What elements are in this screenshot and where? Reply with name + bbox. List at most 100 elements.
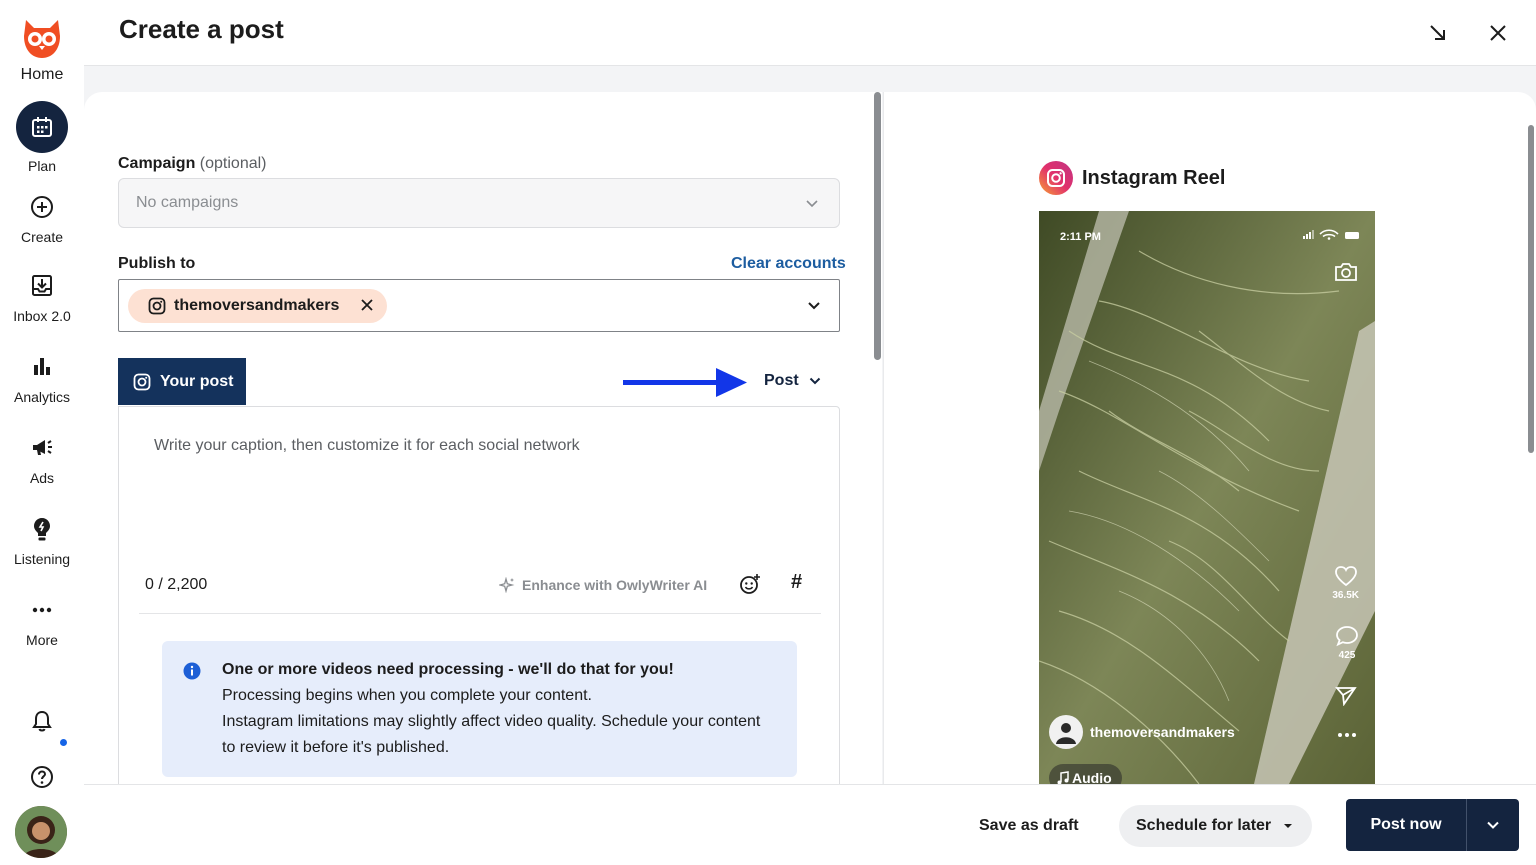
caret-down-icon xyxy=(1284,824,1293,828)
help-button[interactable] xyxy=(0,763,84,791)
like-count: 36.5K xyxy=(1332,590,1359,601)
schedule-label: Schedule for later xyxy=(1136,817,1272,834)
chevron-down-icon xyxy=(809,377,820,385)
post-now-button[interactable]: Post now xyxy=(1346,799,1466,851)
caption-editor[interactable]: Write your caption, then customize it fo… xyxy=(118,406,840,784)
owl-logo-icon xyxy=(24,20,60,58)
preview-panel: Instagram Reel 2:11 PM 36.5K 425 themove… xyxy=(883,92,1536,784)
more-dots-icon xyxy=(1338,733,1356,737)
heart-icon xyxy=(1334,566,1357,587)
sidebar-item-plan[interactable]: Plan xyxy=(0,101,84,174)
minimize-arrow-icon xyxy=(1430,25,1445,40)
sidebar-item-listening[interactable]: Listening xyxy=(0,515,84,567)
plus-circle-icon xyxy=(31,196,53,218)
campaign-select[interactable]: No campaigns xyxy=(118,178,840,228)
notifications-button[interactable] xyxy=(0,708,84,736)
comment-button: 425 xyxy=(1335,625,1359,661)
sidebar-item-label: Analytics xyxy=(13,389,71,405)
comment-count: 425 xyxy=(1338,650,1356,661)
composer-panel: Campaign (optional) No campaigns Publish… xyxy=(84,92,882,784)
help-icon xyxy=(31,766,53,788)
clear-accounts-link[interactable]: Clear accounts xyxy=(731,255,846,273)
sidebar-item-more[interactable]: More xyxy=(0,596,84,648)
instagram-logo-icon xyxy=(1039,161,1073,195)
sidebar: Home Plan Create Inbox 2.0 Analytics Ads… xyxy=(0,0,84,865)
tab-your-post[interactable]: Your post xyxy=(118,358,246,405)
active-indicator xyxy=(16,101,68,153)
lightbulb-icon xyxy=(34,518,50,541)
enhance-label: Enhance with OwlyWriter AI xyxy=(522,577,708,593)
status-time: 2:11 PM xyxy=(1060,231,1101,243)
minimize-button[interactable] xyxy=(1423,18,1453,48)
chevron-down-icon xyxy=(806,200,818,208)
bar-chart-icon xyxy=(34,358,50,375)
sidebar-item-label: More xyxy=(26,632,58,648)
remove-account-icon[interactable] xyxy=(359,297,375,313)
preview-header: Instagram Reel xyxy=(1039,161,1225,195)
preview-scrollbar[interactable] xyxy=(1528,125,1534,453)
user-avatar-icon xyxy=(15,806,67,858)
avatar xyxy=(1049,715,1083,749)
sidebar-item-label: Create xyxy=(20,229,64,245)
post-now-group: Post now xyxy=(1346,799,1519,851)
chevron-down-icon xyxy=(808,302,820,310)
audio-badge: Audio xyxy=(1049,764,1122,784)
info-line: Instagram limitations may slightly affec… xyxy=(222,713,761,730)
info-icon xyxy=(183,662,201,680)
sidebar-item-home[interactable]: Home xyxy=(0,12,84,84)
music-note-icon xyxy=(1057,771,1069,784)
hashtag-button[interactable]: # xyxy=(791,571,802,594)
sidebar-item-label: Inbox 2.0 xyxy=(13,308,71,324)
avatar[interactable] xyxy=(15,806,67,858)
calendar-icon xyxy=(32,117,52,137)
send-icon xyxy=(1335,687,1357,706)
campaign-placeholder: No campaigns xyxy=(136,194,239,211)
info-title: One or more videos need processing - we'… xyxy=(222,661,674,678)
post-type-label: Post xyxy=(764,372,799,389)
campaign-label-text: Campaign xyxy=(118,155,196,172)
header: Create a post xyxy=(84,0,1536,66)
chevron-down-icon xyxy=(1487,821,1499,829)
reel-preview: 2:11 PM 36.5K 425 themoversandmakers Aud… xyxy=(1039,211,1375,784)
publish-to-select[interactable]: themoversandmakers xyxy=(118,279,840,332)
post-options-button[interactable] xyxy=(1467,799,1519,851)
sidebar-item-label: Home xyxy=(20,66,64,83)
status-icons xyxy=(1303,229,1359,240)
sidebar-item-create[interactable]: Create xyxy=(0,193,84,245)
enhance-ai-button[interactable]: Enhance with OwlyWriter AI xyxy=(499,577,707,593)
tab-label: Your post xyxy=(160,372,234,390)
sidebar-item-label: Listening xyxy=(13,551,71,567)
info-line: Processing begins when you complete your… xyxy=(222,687,592,704)
composer-scrollbar[interactable] xyxy=(874,92,881,360)
reel-author: themoversandmakers xyxy=(1049,715,1235,749)
instagram-icon xyxy=(133,373,151,390)
sidebar-item-analytics[interactable]: Analytics xyxy=(0,353,84,405)
account-chip: themoversandmakers xyxy=(128,289,387,323)
schedule-button[interactable]: Schedule for later xyxy=(1119,805,1312,847)
close-button[interactable] xyxy=(1483,18,1513,48)
page-title: Create a post xyxy=(119,14,284,44)
more-dots-icon xyxy=(32,607,52,613)
account-name: themoversandmakers xyxy=(174,297,340,314)
notification-badge xyxy=(60,739,67,746)
emoji-icon[interactable] xyxy=(739,573,761,595)
like-button: 36.5K xyxy=(1332,565,1359,601)
save-draft-button[interactable]: Save as draft xyxy=(979,817,1079,835)
character-count: 0 / 2,200 xyxy=(145,576,208,593)
caption-placeholder: Write your caption, then customize it fo… xyxy=(154,437,580,454)
close-icon xyxy=(1490,25,1506,41)
info-banner: One or more videos need processing - we'… xyxy=(162,641,797,777)
info-line: to review it before it's published. xyxy=(222,739,450,756)
post-type-dropdown[interactable]: Post xyxy=(764,372,821,390)
video-thumbnail xyxy=(1039,211,1375,784)
publish-to-label: Publish to xyxy=(118,255,196,272)
comment-icon xyxy=(1336,626,1358,647)
preview-title: Instagram Reel xyxy=(1082,166,1226,189)
sidebar-item-ads[interactable]: Ads xyxy=(0,434,84,486)
sidebar-item-inbox[interactable]: Inbox 2.0 xyxy=(0,272,84,324)
reel-username: themoversandmakers xyxy=(1090,724,1235,740)
annotation-arrow-icon xyxy=(623,368,747,397)
sidebar-item-label: Plan xyxy=(27,158,57,174)
audio-label: Audio xyxy=(1072,770,1112,784)
inbox-icon xyxy=(32,275,52,296)
